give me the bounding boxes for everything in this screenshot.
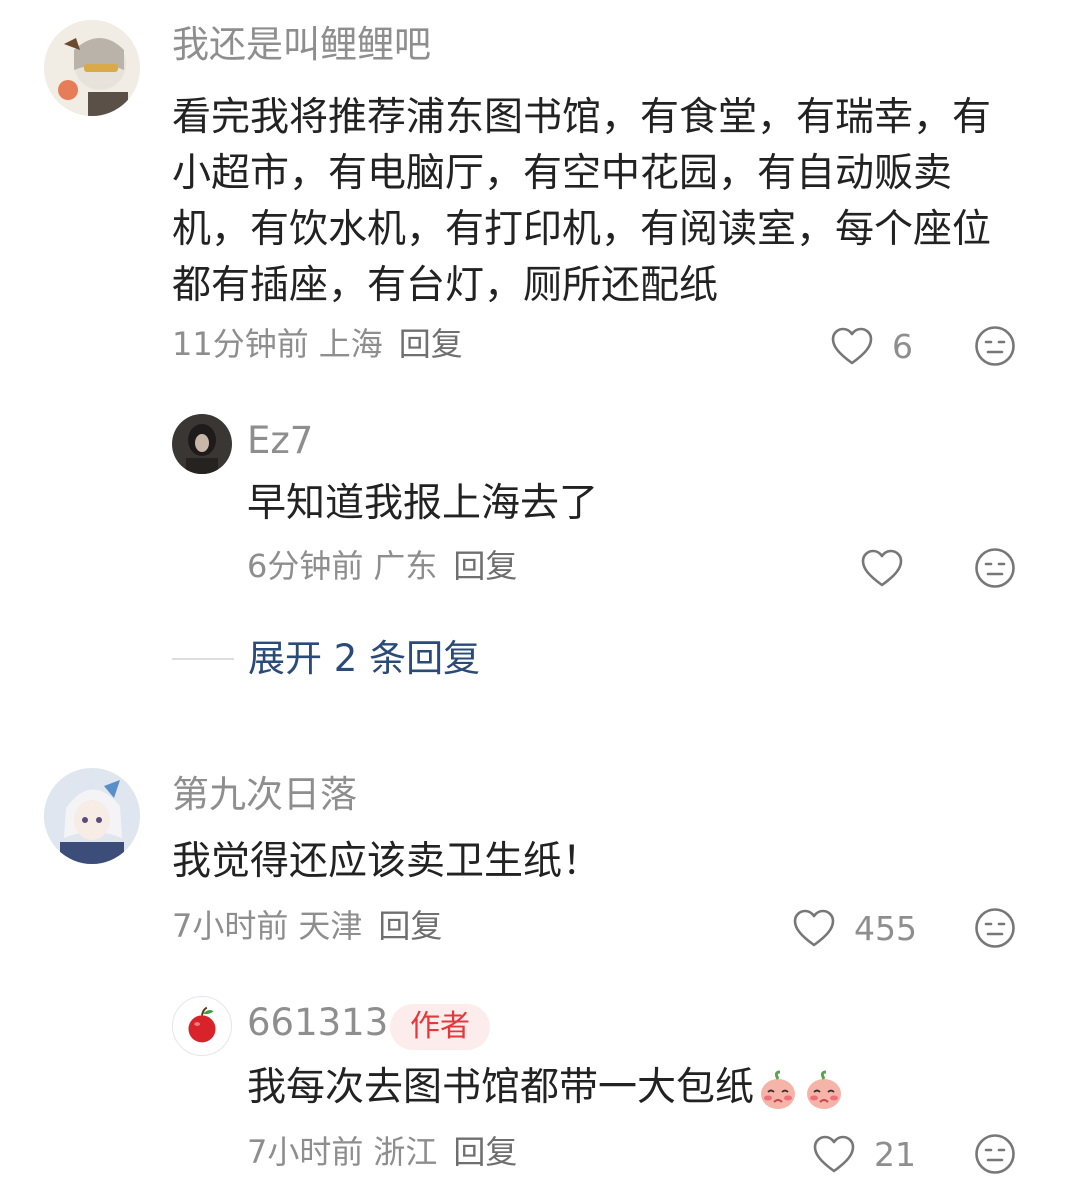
avatar[interactable] bbox=[172, 414, 232, 474]
username[interactable]: 我还是叫鲤鲤吧 bbox=[172, 26, 431, 63]
reply-button[interactable]: 回复 bbox=[453, 547, 517, 585]
heart-outline-icon bbox=[813, 1135, 855, 1173]
comment-text: 我觉得还应该卖卫生纸！ bbox=[172, 839, 602, 884]
like-button[interactable] bbox=[860, 546, 904, 590]
timestamp: 11分钟前 bbox=[172, 325, 309, 363]
comment-text: 我每次去图书馆都带一大包纸 bbox=[247, 1060, 1027, 1116]
avatar[interactable] bbox=[44, 768, 140, 864]
location: 广东 bbox=[373, 547, 438, 585]
like-count: 21 bbox=[874, 1134, 916, 1174]
comment-1: 我还是叫鲤鲤吧 看完我将推荐浦东图书馆，有食堂，有瑞幸，有小超市，有电脑厅，有空… bbox=[0, 0, 1080, 620]
like-count: 6 bbox=[892, 326, 913, 366]
comment-meta: 6分钟前 广东 回复 bbox=[247, 550, 527, 582]
comment-meta: 7小时前 天津 回复 bbox=[172, 910, 452, 942]
meh-face-icon[interactable] bbox=[974, 547, 1016, 589]
author-badge: 作者 bbox=[390, 1004, 490, 1050]
username[interactable]: Ez7 bbox=[247, 422, 313, 459]
avatar[interactable] bbox=[44, 20, 140, 116]
blushing-peach-emoji bbox=[807, 1070, 842, 1109]
timestamp: 7小时前 bbox=[247, 1133, 364, 1171]
timestamp: 7小时前 bbox=[172, 907, 289, 945]
divider bbox=[172, 657, 234, 660]
like-count: 455 bbox=[854, 908, 917, 948]
reply-button[interactable]: 回复 bbox=[453, 1133, 517, 1171]
expand-replies-label[interactable]: 展开 2 条回复 bbox=[248, 640, 480, 677]
comment-text-body: 我每次去图书馆都带一大包纸 bbox=[247, 1065, 755, 1110]
heart-outline-icon bbox=[793, 909, 835, 947]
comment-meta: 7小时前 浙江 回复 bbox=[247, 1136, 527, 1168]
reply-button[interactable]: 回复 bbox=[378, 907, 442, 945]
heart-outline-icon bbox=[861, 549, 903, 587]
meh-face-icon[interactable] bbox=[974, 1133, 1016, 1175]
location: 浙江 bbox=[373, 1133, 438, 1171]
username[interactable]: 第九次日落 bbox=[172, 776, 357, 813]
comment-2: 第九次日落 我觉得还应该卖卫生纸！ 7小时前 天津 回复 455 661313 作者… bbox=[0, 740, 1080, 1198]
timestamp: 6分钟前 bbox=[247, 547, 364, 585]
username[interactable]: 661313 bbox=[247, 1004, 388, 1041]
like-button[interactable]: 21 bbox=[812, 1132, 916, 1176]
heart-outline-icon bbox=[831, 327, 873, 365]
meh-face-icon[interactable] bbox=[974, 907, 1016, 949]
blushing-peach-emoji bbox=[761, 1070, 796, 1109]
like-button[interactable]: 455 bbox=[792, 906, 917, 950]
location: 上海 bbox=[318, 325, 383, 363]
comment-text: 早知道我报上海去了 bbox=[247, 481, 599, 526]
like-button[interactable]: 6 bbox=[830, 324, 913, 368]
avatar[interactable] bbox=[172, 996, 232, 1056]
location: 天津 bbox=[298, 907, 363, 945]
comment-meta: 11分钟前 上海 回复 bbox=[172, 328, 473, 360]
meh-face-icon[interactable] bbox=[974, 325, 1016, 367]
comment-text: 看完我将推荐浦东图书馆，有食堂，有瑞幸，有小超市，有电脑厅，有空中花园，有自动贩… bbox=[172, 95, 992, 308]
expand-replies-button[interactable]: 展开 2 条回复 bbox=[172, 640, 480, 677]
reply-button[interactable]: 回复 bbox=[399, 325, 463, 363]
